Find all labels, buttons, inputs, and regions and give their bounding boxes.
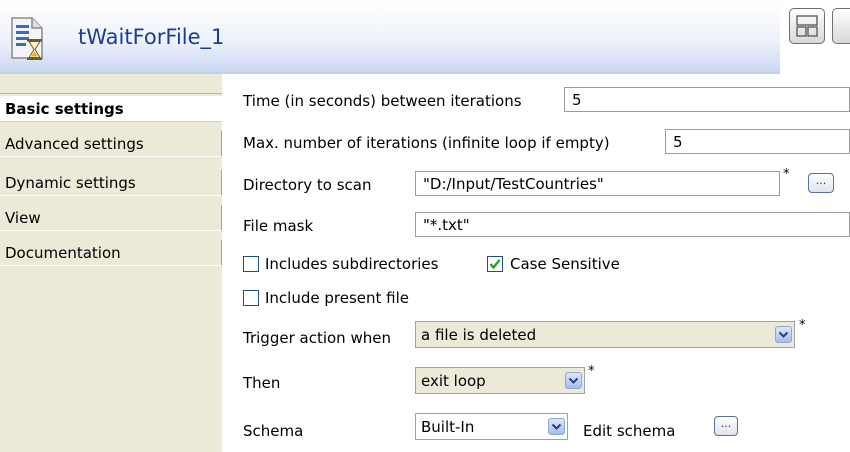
edit-schema-label: Edit schema <box>583 422 676 440</box>
includes-subdirectories-label: Includes subdirectories <box>265 255 439 273</box>
tab-view[interactable]: View <box>0 205 222 231</box>
hourglass-file-icon <box>11 17 43 60</box>
then-value: exit loop <box>421 372 486 390</box>
includes-subdirectories-checkbox[interactable] <box>243 256 259 272</box>
required-marker: * <box>588 364 595 379</box>
then-select[interactable]: exit loop <box>415 367 585 394</box>
time-between-iterations-field[interactable]: 5 <box>564 87 850 112</box>
directory-to-scan-field[interactable]: "D:/Input/TestCountries" <box>415 171 780 196</box>
tab-advanced-settings[interactable]: Advanced settings <box>0 131 222 157</box>
max-iterations-field[interactable]: 5 <box>665 129 850 154</box>
file-mask-label: File mask <box>243 217 314 235</box>
browse-directory-button[interactable]: ... <box>808 173 834 193</box>
required-marker: * <box>783 167 790 182</box>
schema-select[interactable]: Built-In <box>415 413 568 440</box>
chevron-down-icon[interactable] <box>775 326 792 343</box>
tab-basic-settings[interactable]: Basic settings <box>0 96 222 122</box>
max-iterations-label: Max. number of iterations (infinite loop… <box>243 134 610 152</box>
check-mark-icon <box>489 259 501 270</box>
chevron-down-icon[interactable] <box>548 418 565 435</box>
tab-documentation[interactable]: Documentation <box>0 240 222 266</box>
case-sensitive-label: Case Sensitive <box>510 255 620 273</box>
trigger-action-label: Trigger action when <box>243 329 391 347</box>
tab-dynamic-settings[interactable]: Dynamic settings <box>0 170 222 196</box>
include-present-file-label: Include present file <box>265 289 410 307</box>
component-title: tWaitForFile_1 <box>78 25 225 49</box>
chevron-down-icon[interactable] <box>565 372 582 389</box>
file-mask-field[interactable]: "*.txt" <box>415 212 850 237</box>
schema-label: Schema <box>243 422 304 440</box>
directory-to-scan-label: Directory to scan <box>243 176 372 194</box>
include-present-file-checkbox[interactable] <box>243 290 259 306</box>
required-marker: * <box>799 318 806 333</box>
edit-schema-button[interactable]: ... <box>714 416 738 436</box>
grid-layout-icon <box>796 15 818 37</box>
schema-value: Built-In <box>421 418 475 436</box>
layout-toggle-button-2[interactable] <box>832 8 850 44</box>
time-between-iterations-label: Time (in seconds) between iterations <box>243 92 522 110</box>
case-sensitive-checkbox[interactable] <box>487 256 503 272</box>
layout-toggle-button[interactable] <box>789 8 825 44</box>
trigger-action-select[interactable]: a file is deleted <box>415 321 795 348</box>
tab-panel-top <box>0 74 222 94</box>
then-label: Then <box>243 374 281 392</box>
trigger-action-value: a file is deleted <box>421 326 537 344</box>
